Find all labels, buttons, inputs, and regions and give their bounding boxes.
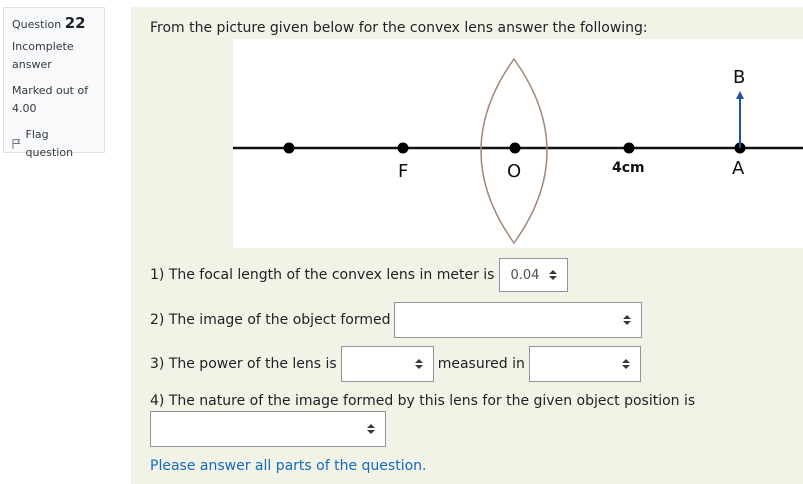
point-o <box>509 142 521 154</box>
q4-text: 4) The nature of the image formed by thi… <box>150 393 696 409</box>
q2-row: 2) The image of the object formed <box>150 302 643 338</box>
q4-select-row <box>150 411 386 447</box>
question-grade: Marked out of 4.00 <box>12 82 96 118</box>
q4-select[interactable] <box>150 411 386 447</box>
q1-select-value: 0.04 <box>510 267 540 283</box>
flag-question-link[interactable]: Flag question <box>12 126 96 162</box>
state-line-1: Incomplete <box>12 40 74 53</box>
q4-row: 4) The nature of the image formed by thi… <box>150 393 695 409</box>
grade-line-1: Marked out of <box>12 84 89 97</box>
label-distance: 4cm <box>612 160 645 176</box>
state-line-2: answer <box>12 58 52 71</box>
question-text: From the picture given below for the con… <box>150 20 648 36</box>
q3-text: 3) The power of the lens is <box>150 356 337 372</box>
question-number-line: Question 22 <box>12 14 96 34</box>
updown-arrows-icon <box>367 424 375 434</box>
q1-text: 1) The focal length of the convex lens i… <box>150 267 495 283</box>
grade-line-2: 4.00 <box>12 102 37 115</box>
updown-arrows-icon <box>623 315 632 325</box>
label-f: F <box>398 161 408 182</box>
question-number: 22 <box>64 14 86 32</box>
q3-power-select[interactable] <box>340 346 434 382</box>
q3-unit-select[interactable] <box>528 346 641 382</box>
object-arrow-head <box>736 91 744 99</box>
label-a: A <box>732 158 745 179</box>
lens-diagram: F O 4cm A B <box>233 57 803 245</box>
point-2f-left <box>283 142 295 154</box>
updown-arrows-icon <box>621 359 630 369</box>
point-4cm <box>623 142 635 154</box>
q2-text: 2) The image of the object formed <box>150 312 391 328</box>
q1-row: 1) The focal length of the convex lens i… <box>150 258 569 292</box>
label-o: O <box>507 161 521 182</box>
flag-question-label: Flag question <box>25 128 74 159</box>
question-info: Question 22 Incomplete answer Marked out… <box>3 7 105 159</box>
q3-row: 3) The power of the lens is measured in <box>150 346 641 382</box>
flag-icon <box>12 139 21 149</box>
question-label: Question <box>12 18 62 31</box>
q2-select[interactable] <box>394 302 643 338</box>
q1-select[interactable]: 0.04 <box>499 258 569 292</box>
q3-measured-in: measured in <box>437 356 525 372</box>
label-b: B <box>733 67 745 88</box>
point-f <box>397 142 409 154</box>
updown-arrows-icon <box>549 270 558 280</box>
updown-arrows-icon <box>414 359 423 369</box>
question-panel: From the picture given below for the con… <box>131 7 803 484</box>
lens-figure: F O 4cm A B <box>233 39 803 248</box>
question-state: Incomplete answer <box>12 38 96 74</box>
validation-hint: Please answer all parts of the question. <box>150 458 427 474</box>
